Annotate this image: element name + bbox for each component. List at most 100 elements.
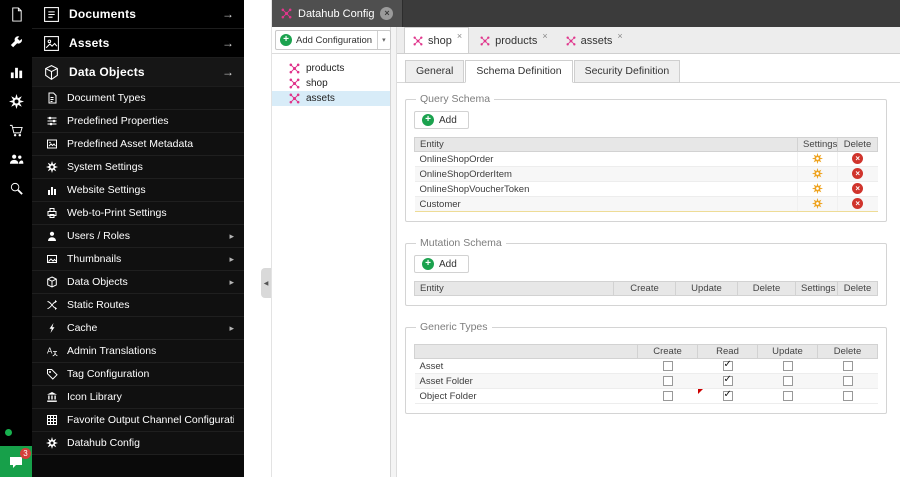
tree-item-assets[interactable]: assets — [272, 91, 390, 106]
add-mutation-entity-button[interactable]: + Add — [414, 255, 469, 273]
settings-gear-icon[interactable] — [812, 168, 823, 180]
tab-general[interactable]: General — [405, 60, 465, 83]
close-icon[interactable]: × — [542, 31, 547, 41]
datahub-icon — [289, 93, 300, 104]
tab-label: assets — [580, 34, 613, 47]
delete-icon[interactable]: × — [852, 153, 864, 165]
column-header-settings: Settings — [797, 137, 838, 152]
create-checkbox[interactable] — [662, 390, 673, 401]
column-header-entity: Entity — [414, 281, 614, 296]
sidebar-item-cache[interactable]: Cache ▸ — [32, 317, 244, 340]
main-tab-strip: Datahub Config × — [272, 0, 900, 27]
table-row[interactable]: OnlineShopOrder × — [414, 151, 878, 167]
sidebar-item-label: Icon Library — [67, 391, 122, 403]
stats-icon[interactable] — [0, 58, 32, 87]
tab-datahub-config[interactable]: Datahub Config × — [272, 0, 404, 27]
sidebar-item-document-types[interactable]: Document Types — [32, 87, 244, 110]
create-checkbox[interactable] — [662, 375, 673, 386]
delete-icon[interactable]: × — [852, 183, 864, 195]
sidebar: Documents → Assets → Data Objects → Docu… — [32, 0, 244, 477]
close-icon[interactable]: × — [380, 7, 394, 20]
sidebar-item-datahub-config[interactable]: Datahub Config — [32, 432, 244, 455]
editor-content: Query Schema + Add Entity Settings Delet… — [397, 83, 900, 477]
chevron-down-icon[interactable]: ▾ — [378, 36, 390, 44]
sidebar-item-label: Predefined Asset Metadata — [67, 138, 194, 150]
sidebar-item-web-to-print-settings[interactable]: Web-to-Print Settings — [32, 202, 244, 225]
delete-checkbox[interactable] — [842, 360, 853, 371]
editor-tab-bar: shop × products × assets × — [397, 27, 900, 54]
status-dot — [5, 429, 12, 436]
plus-icon: + — [422, 114, 434, 126]
users-icon[interactable] — [0, 145, 32, 174]
query-schema-table: Entity Settings Delete OnlineShopOrder × — [414, 137, 878, 212]
chat-button[interactable]: 3 — [0, 446, 32, 477]
table-row[interactable]: OnlineShopOrderItem × — [414, 166, 878, 182]
column-header-settings: Settings — [795, 281, 838, 296]
delete-icon[interactable]: × — [852, 168, 864, 180]
close-icon[interactable]: × — [457, 31, 462, 41]
search-icon[interactable] — [0, 174, 32, 203]
create-checkbox[interactable] — [662, 360, 673, 371]
sidebar-item-static-routes[interactable]: Static Routes — [32, 294, 244, 317]
sidebar-item-predefined-properties[interactable]: Predefined Properties — [32, 110, 244, 133]
tree-item-label: shop — [306, 78, 328, 89]
file-icon[interactable] — [0, 0, 32, 29]
update-checkbox[interactable] — [782, 390, 793, 401]
generic-types-fieldset: Generic Types Create Read Update Delete — [405, 321, 887, 414]
sidebar-item-favorite-output-channel-configurations[interactable]: Favorite Output Channel Configurations — [32, 409, 244, 432]
collapse-panel-handle[interactable]: ◀ — [261, 268, 271, 298]
add-query-entity-button[interactable]: + Add — [414, 111, 469, 129]
sidebar-item-admin-translations[interactable]: A Admin Translations — [32, 340, 244, 363]
add-configuration-button[interactable]: + Add Configuration ▾ — [275, 30, 391, 50]
collapse-arrow-icon: ◀ — [263, 280, 269, 287]
sidebar-item-label: Data Objects — [67, 276, 128, 288]
sidebar-item-data-objects[interactable]: Data Objects → — [32, 58, 244, 87]
sidebar-item-predefined-asset-metadata[interactable]: Predefined Asset Metadata — [32, 133, 244, 156]
read-checkbox[interactable] — [722, 374, 733, 386]
settings-gear-icon[interactable] — [812, 198, 823, 210]
settings-gear-icon[interactable] — [812, 153, 823, 165]
delete-checkbox[interactable] — [842, 375, 853, 386]
arrow-right-icon: → — [222, 65, 234, 79]
delete-checkbox[interactable] — [842, 390, 853, 401]
tab-security-definition[interactable]: Security Definition — [573, 60, 681, 83]
tab-products[interactable]: products × — [471, 27, 554, 53]
sidebar-item-documents[interactable]: Documents → — [32, 0, 244, 29]
table-row[interactable]: Customer × — [414, 196, 878, 212]
chevron-right-icon: ▸ — [229, 276, 234, 287]
table-header-row: Create Read Update Delete — [414, 344, 878, 359]
tab-assets[interactable]: assets × — [557, 27, 630, 53]
sidebar-item-icon-library[interactable]: Icon Library — [32, 386, 244, 409]
sidebar-item-system-settings[interactable]: System Settings — [32, 156, 244, 179]
update-checkbox[interactable] — [782, 375, 793, 386]
sidebar-item-users-roles[interactable]: Users / Roles ▸ — [32, 225, 244, 248]
read-checkbox[interactable] — [722, 359, 733, 371]
main-tab-label: Datahub Config — [298, 7, 375, 20]
read-checkbox[interactable] — [722, 389, 733, 401]
delete-icon[interactable]: × — [852, 198, 864, 210]
sidebar-item-tag-configuration[interactable]: Tag Configuration — [32, 363, 244, 386]
update-checkbox[interactable] — [782, 360, 793, 371]
settings-gear-icon[interactable] — [812, 183, 823, 195]
query-schema-fieldset: Query Schema + Add Entity Settings Delet… — [405, 93, 887, 222]
config-tree: products shop assets — [272, 54, 390, 106]
sidebar-item-thumbnails[interactable]: Thumbnails ▸ — [32, 248, 244, 271]
sidebar-item-website-settings[interactable]: Website Settings — [32, 179, 244, 202]
tree-item-products[interactable]: products — [272, 61, 390, 76]
cart-icon[interactable] — [0, 116, 32, 145]
plus-icon: + — [422, 258, 434, 270]
tree-item-shop[interactable]: shop — [272, 76, 390, 91]
add-configuration-label: Add Configuration — [296, 34, 373, 46]
tab-schema-definition[interactable]: Schema Definition — [465, 60, 573, 83]
translate-icon: A — [46, 345, 58, 357]
sidebar-item-data-objects-sub[interactable]: Data Objects ▸ — [32, 271, 244, 294]
tab-shop[interactable]: shop × — [404, 27, 470, 53]
settings-icon[interactable] — [0, 87, 32, 116]
cube-icon — [46, 276, 58, 288]
routes-icon — [46, 299, 58, 311]
documents-icon — [43, 6, 60, 23]
table-row[interactable]: OnlineShopVoucherToken × — [414, 181, 878, 197]
close-icon[interactable]: × — [617, 31, 622, 41]
tools-icon[interactable] — [0, 29, 32, 58]
sidebar-item-assets[interactable]: Assets → — [32, 29, 244, 58]
